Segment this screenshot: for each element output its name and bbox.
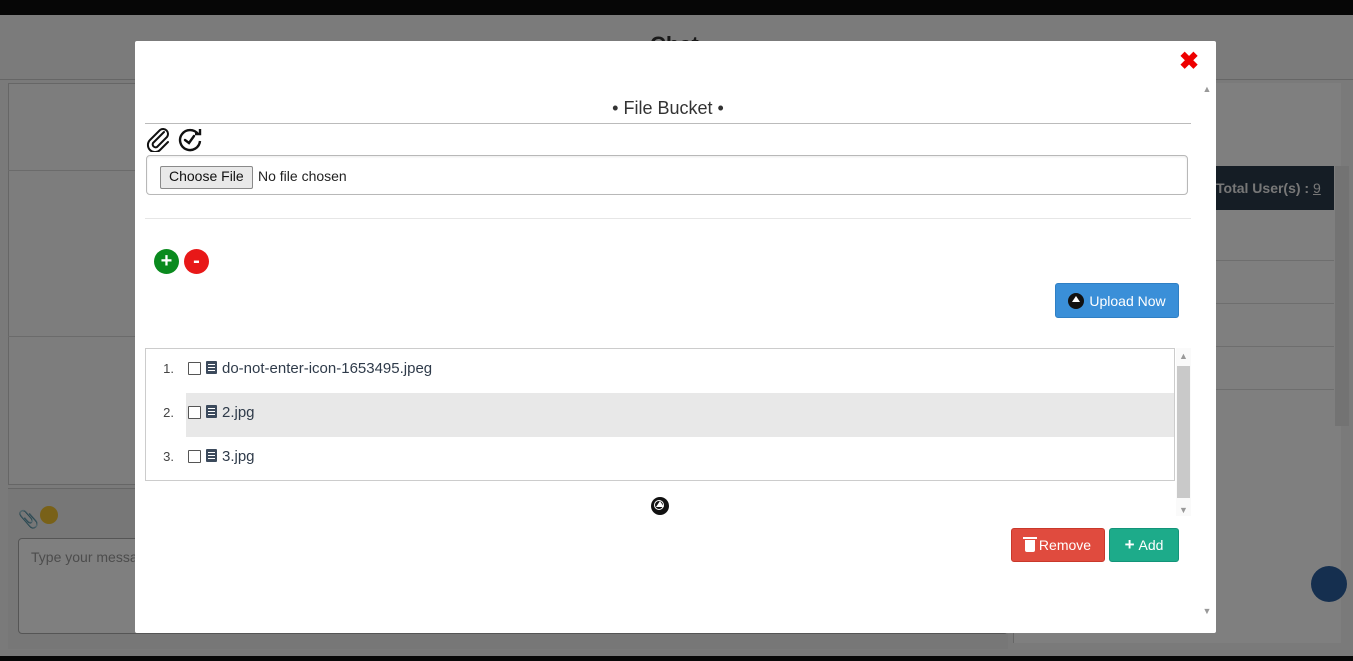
modal-title: • File Bucket • bbox=[612, 98, 724, 118]
list-item[interactable]: 1. do-not-enter-icon-1653495.jpeg bbox=[146, 349, 1174, 393]
minus-circle-icon[interactable]: - bbox=[184, 249, 209, 274]
title-divider bbox=[145, 123, 1191, 124]
file-status-text: No file chosen bbox=[258, 168, 347, 184]
scroll-up-arrow-icon[interactable]: ▲ bbox=[1202, 84, 1212, 94]
list-item[interactable]: 2. 2.jpg bbox=[146, 393, 1174, 437]
scroll-up-arrow-icon[interactable]: ▲ bbox=[1176, 350, 1191, 362]
scroll-down-arrow-icon[interactable]: ▼ bbox=[1176, 504, 1191, 516]
file-name[interactable]: do-not-enter-icon-1653495.jpeg bbox=[222, 360, 432, 377]
remove-button[interactable]: Remove bbox=[1011, 528, 1105, 562]
remove-label: Remove bbox=[1038, 537, 1092, 553]
document-icon bbox=[206, 405, 217, 418]
file-list: 1. do-not-enter-icon-1653495.jpeg 2. 2.j… bbox=[145, 348, 1175, 481]
upload-circle-icon[interactable] bbox=[651, 497, 669, 515]
add-label: Add bbox=[1138, 537, 1164, 553]
list-item-cell: do-not-enter-icon-1653495.jpeg bbox=[186, 349, 1174, 393]
trash-icon bbox=[1022, 537, 1037, 552]
list-item-cell: 3.jpg bbox=[186, 437, 1174, 480]
list-item-index: 2. bbox=[163, 405, 174, 420]
document-icon bbox=[206, 361, 217, 374]
file-checkbox[interactable] bbox=[188, 406, 201, 419]
file-bucket-modal: ✖ ▲ ▼ • File Bucket • Choose File No fil… bbox=[135, 41, 1216, 633]
plus-icon: + bbox=[1124, 535, 1135, 554]
plus-circle-icon[interactable]: + bbox=[154, 249, 179, 274]
scrollbar-thumb[interactable] bbox=[1177, 366, 1190, 498]
list-item-index: 3. bbox=[163, 449, 174, 464]
add-button[interactable]: + Add bbox=[1109, 528, 1179, 562]
upload-now-label: Upload Now bbox=[1089, 292, 1166, 309]
modal-scrollbar[interactable]: ▲ ▼ bbox=[1201, 84, 1213, 616]
file-name[interactable]: 3.jpg bbox=[222, 448, 255, 465]
file-list-scrollbar[interactable]: ▲ ▼ bbox=[1176, 348, 1191, 516]
scroll-down-arrow-icon[interactable]: ▼ bbox=[1202, 606, 1212, 616]
file-checkbox[interactable] bbox=[188, 362, 201, 375]
section-divider bbox=[145, 218, 1191, 219]
document-icon bbox=[206, 449, 217, 462]
choose-file-button[interactable]: Choose File bbox=[160, 166, 253, 189]
file-checkbox[interactable] bbox=[188, 450, 201, 463]
upload-circle-icon bbox=[1068, 292, 1085, 309]
close-icon[interactable]: ✖ bbox=[1178, 50, 1200, 74]
list-item-index: 1. bbox=[163, 361, 174, 376]
file-input[interactable]: Choose File No file chosen bbox=[146, 155, 1188, 195]
clock-refresh-icon[interactable] bbox=[177, 126, 203, 152]
file-name[interactable]: 2.jpg bbox=[222, 404, 255, 421]
list-item-cell: 2.jpg bbox=[186, 393, 1174, 437]
upload-now-button[interactable]: Upload Now bbox=[1055, 283, 1179, 318]
list-item[interactable]: 3. 3.jpg bbox=[146, 437, 1174, 480]
tool-icons bbox=[145, 126, 203, 154]
paperclip-icon[interactable] bbox=[145, 126, 171, 154]
